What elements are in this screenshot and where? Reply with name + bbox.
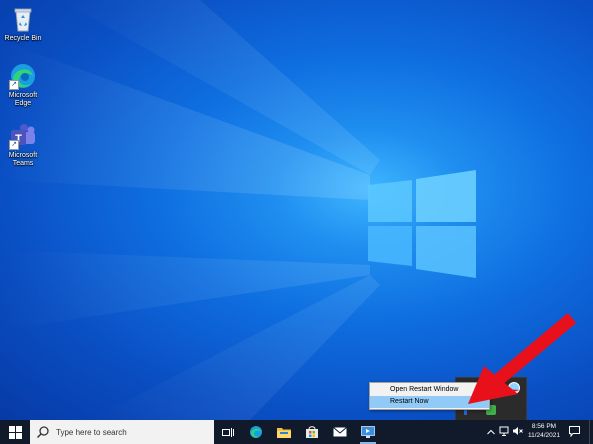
taskbar-clock[interactable]: 8:56 PM 11/24/2021	[525, 422, 563, 440]
desktop-icon-microsoft-teams[interactable]: T ↗ Microsoft Teams	[1, 122, 45, 168]
shortcut-arrow-icon: ↗	[9, 80, 19, 90]
task-view-icon	[222, 427, 234, 437]
desktop-icon-label-line2: Teams	[12, 160, 34, 167]
remote-desktop-icon	[361, 426, 375, 438]
edge-icon	[250, 426, 262, 438]
volume-muted-icon	[512, 427, 523, 435]
taskbar-mail-button[interactable]	[328, 422, 352, 442]
recycle-bin-icon	[9, 5, 37, 33]
search-icon	[36, 426, 49, 439]
desktop-icon-label-line1: Microsoft	[8, 92, 38, 99]
desktop-icon-recycle-bin[interactable]: Recycle Bin	[1, 5, 45, 43]
network-button[interactable]	[498, 426, 510, 438]
desktop-icon-microsoft-edge[interactable]: ↗ Microsoft Edge	[1, 62, 45, 108]
action-center-button[interactable]	[568, 426, 580, 438]
show-desktop-button[interactable]	[589, 420, 593, 444]
taskbar-file-explorer-button[interactable]	[272, 422, 296, 442]
taskbar-edge-button[interactable]	[244, 422, 268, 442]
annotation-arrow	[468, 313, 577, 404]
show-hidden-icons-button[interactable]	[485, 426, 497, 438]
clock-time: 8:56 PM	[531, 423, 557, 430]
store-icon	[306, 426, 318, 438]
taskbar: Type here to search 8:56 PM 11/24/2021	[0, 420, 593, 444]
desktop-icon-label: Recycle Bin	[4, 35, 42, 42]
start-button[interactable]	[0, 420, 30, 444]
taskbar-store-button[interactable]	[300, 422, 324, 442]
taskbar-remote-desktop-button[interactable]	[356, 422, 380, 444]
desktop: Recycle Bin ↗ Microsoft Edge T ↗ Microso…	[0, 0, 593, 420]
mail-icon	[333, 427, 347, 437]
network-icon	[499, 426, 508, 436]
edge-icon: ↗	[9, 62, 37, 90]
desktop-icon-label-line1: Microsoft	[8, 152, 38, 159]
volume-button[interactable]	[511, 426, 523, 438]
desktop-icon-label-line2: Edge	[14, 100, 32, 107]
chevron-up-icon	[487, 429, 495, 435]
shortcut-arrow-icon: ↗	[9, 140, 19, 150]
clock-date: 11/24/2021	[527, 432, 561, 439]
windows-logo-wallpaper	[368, 170, 476, 278]
teams-icon: T ↗	[9, 122, 37, 150]
file-explorer-icon	[277, 428, 291, 438]
search-placeholder: Type here to search	[56, 427, 127, 437]
windows-start-icon	[8, 425, 22, 439]
taskbar-search-box[interactable]: Type here to search	[30, 420, 214, 444]
notification-icon	[568, 426, 580, 438]
task-view-button[interactable]	[216, 422, 240, 442]
